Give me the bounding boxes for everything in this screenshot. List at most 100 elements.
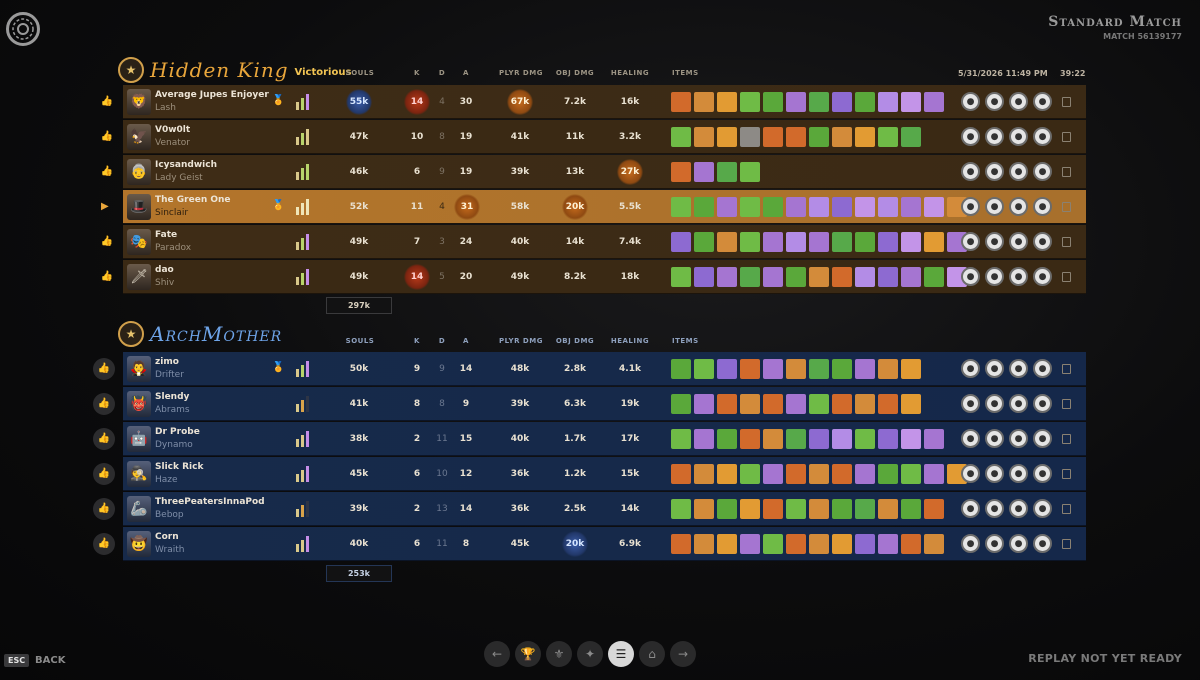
item-icon[interactable] xyxy=(786,126,806,147)
ability-icon[interactable]: ● xyxy=(961,499,980,518)
item-icon[interactable] xyxy=(717,126,737,147)
player-row[interactable]: 👍 👹 Slendy Abrams 41k 8 8 9 39k 6.3k 19k… xyxy=(93,387,1086,421)
item-icon[interactable] xyxy=(901,91,921,112)
item-icon[interactable] xyxy=(878,533,898,554)
ability-icon[interactable]: ● xyxy=(1033,92,1052,111)
item-icon[interactable] xyxy=(901,463,921,484)
item-icon[interactable] xyxy=(717,428,737,449)
player-name[interactable]: dao xyxy=(155,265,174,275)
ability-icon[interactable]: ● xyxy=(1033,534,1052,553)
item-icon[interactable] xyxy=(832,498,852,519)
ability-icon[interactable]: ● xyxy=(1033,197,1052,216)
ability-icon[interactable]: ● xyxy=(1009,464,1028,483)
thumbs-up-icon[interactable]: 👍 xyxy=(99,236,115,247)
next-arrow-icon[interactable]: → xyxy=(670,641,696,667)
item-icon[interactable] xyxy=(924,91,944,112)
player-row[interactable]: 👍 🦾 ThreePeatersInnaPod Bebop 39k 2 13 1… xyxy=(93,492,1086,526)
scoreboard-list-icon[interactable]: ☰ xyxy=(608,641,634,667)
item-icon[interactable] xyxy=(786,358,806,379)
item-icon[interactable] xyxy=(832,266,852,287)
item-icon[interactable] xyxy=(855,393,875,414)
ability-icon[interactable]: ● xyxy=(985,232,1004,251)
ability-icon[interactable]: ● xyxy=(961,464,980,483)
copy-icon[interactable] xyxy=(1062,96,1071,107)
player-row[interactable]: 👍 🦁 Average Jupes Enjoyer Lash 🏅 55k 14 … xyxy=(101,85,1086,119)
item-icon[interactable] xyxy=(809,358,829,379)
item-icon[interactable] xyxy=(855,358,875,379)
graph-icon[interactable]: ⌂ xyxy=(639,641,665,667)
item-icon[interactable] xyxy=(717,196,737,217)
item-icon[interactable] xyxy=(717,266,737,287)
item-icon[interactable] xyxy=(694,393,714,414)
player-row[interactable]: 👍 🎭 Fate Paradox 49k 7 3 24 40k 14k 7.4k… xyxy=(101,225,1086,259)
player-row[interactable]: 👍 🗡 dao Shiv 49k 14 5 20 49k 8.2k 18k ● ●… xyxy=(101,260,1086,294)
item-icon[interactable] xyxy=(740,161,760,182)
item-icon[interactable] xyxy=(924,231,944,252)
item-icon[interactable] xyxy=(694,161,714,182)
item-icon[interactable] xyxy=(878,393,898,414)
item-icon[interactable] xyxy=(671,266,691,287)
item-icon[interactable] xyxy=(740,428,760,449)
item-icon[interactable] xyxy=(786,428,806,449)
item-icon[interactable] xyxy=(671,393,691,414)
item-icon[interactable] xyxy=(763,266,783,287)
item-icon[interactable] xyxy=(694,498,714,519)
item-icon[interactable] xyxy=(717,161,737,182)
prev-arrow-icon[interactable]: ← xyxy=(484,641,510,667)
thumbs-up-icon[interactable]: 👍 xyxy=(93,462,115,485)
copy-icon[interactable] xyxy=(1062,398,1071,409)
settings-gear-icon[interactable] xyxy=(6,12,40,46)
item-icon[interactable] xyxy=(671,161,691,182)
laurel-icon[interactable]: ⚜ xyxy=(546,641,572,667)
item-icon[interactable] xyxy=(832,428,852,449)
player-row[interactable]: 👍 🤠 Corn Wraith 40k 6 11 8 45k 20k 6.9k … xyxy=(93,527,1086,561)
item-icon[interactable] xyxy=(763,533,783,554)
player-name[interactable]: Slendy xyxy=(155,392,189,402)
item-icon[interactable] xyxy=(786,196,806,217)
item-icon[interactable] xyxy=(809,196,829,217)
ability-icon[interactable]: ● xyxy=(1009,429,1028,448)
player-name[interactable]: zimo xyxy=(155,357,179,367)
item-icon[interactable] xyxy=(763,196,783,217)
item-icon[interactable] xyxy=(786,91,806,112)
item-icon[interactable] xyxy=(740,533,760,554)
item-icon[interactable] xyxy=(671,463,691,484)
copy-icon[interactable] xyxy=(1062,271,1071,282)
item-icon[interactable] xyxy=(855,463,875,484)
item-icon[interactable] xyxy=(671,231,691,252)
thumbs-up-icon[interactable]: 👍 xyxy=(99,96,115,107)
copy-icon[interactable] xyxy=(1062,236,1071,247)
ability-icon[interactable]: ● xyxy=(1009,499,1028,518)
item-icon[interactable] xyxy=(809,231,829,252)
ability-icon[interactable]: ● xyxy=(961,92,980,111)
ability-icon[interactable]: ● xyxy=(985,464,1004,483)
item-icon[interactable] xyxy=(878,196,898,217)
player-name[interactable]: Average Jupes Enjoyer xyxy=(155,90,269,100)
item-icon[interactable] xyxy=(809,463,829,484)
ability-icon[interactable]: ● xyxy=(961,267,980,286)
ability-icon[interactable]: ● xyxy=(985,267,1004,286)
ability-icon[interactable]: ● xyxy=(985,499,1004,518)
item-icon[interactable] xyxy=(832,91,852,112)
item-icon[interactable] xyxy=(717,91,737,112)
player-row[interactable]: 👍 🤖 Dr Probe Dynamo 38k 2 11 15 40k 1.7k… xyxy=(93,422,1086,456)
item-icon[interactable] xyxy=(878,91,898,112)
item-icon[interactable] xyxy=(671,498,691,519)
copy-icon[interactable] xyxy=(1062,503,1071,514)
item-icon[interactable] xyxy=(809,266,829,287)
item-icon[interactable] xyxy=(809,393,829,414)
item-icon[interactable] xyxy=(717,393,737,414)
item-icon[interactable] xyxy=(855,126,875,147)
thumbs-up-icon[interactable]: 👍 xyxy=(93,532,115,555)
player-name[interactable]: ThreePeatersInnaPod xyxy=(155,497,265,507)
player-row[interactable]: 👍 🕵 Slick Rick Haze 45k 6 10 12 36k 1.2k… xyxy=(93,457,1086,491)
item-icon[interactable] xyxy=(786,266,806,287)
ability-icon[interactable]: ● xyxy=(985,394,1004,413)
item-icon[interactable] xyxy=(740,498,760,519)
item-icon[interactable] xyxy=(671,358,691,379)
ability-icon[interactable]: ● xyxy=(1009,232,1028,251)
copy-icon[interactable] xyxy=(1062,201,1071,212)
item-icon[interactable] xyxy=(671,196,691,217)
ability-icon[interactable]: ● xyxy=(961,127,980,146)
player-name[interactable]: Fate xyxy=(155,230,177,240)
